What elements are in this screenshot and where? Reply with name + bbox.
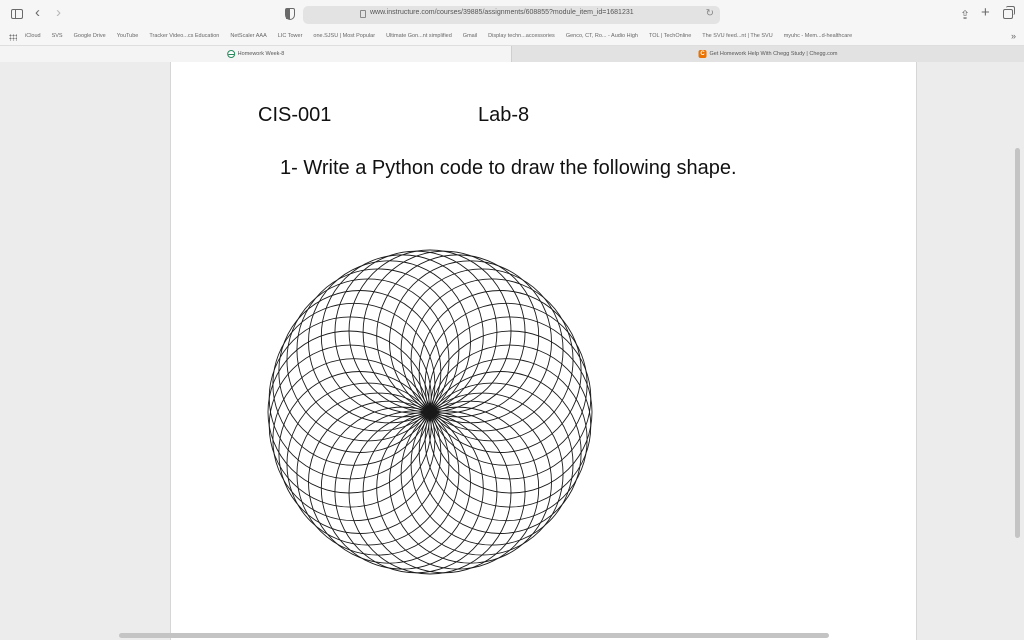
apps-grid-icon[interactable]	[9, 34, 17, 41]
course-code: CIS-001	[258, 104, 332, 126]
back-arrow-icon[interactable]: ‹	[35, 5, 40, 21]
share-icon[interactable]: ⇪	[960, 7, 970, 23]
vertical-scrollbar[interactable]	[1015, 148, 1020, 538]
favorite-link[interactable]: YouTube	[117, 33, 139, 39]
favorite-link[interactable]: Google Drive	[74, 33, 106, 39]
favorite-link[interactable]: The SVU feed...nt | The SVU	[702, 33, 772, 39]
tab-chegg[interactable]: C Get Homework Help With Chegg Study | C…	[512, 46, 1024, 62]
favorite-link[interactable]: Genco, CT, Ro... - Audio High	[566, 33, 638, 39]
document-page: CIS-001 Lab-8 1- Write a Python code to …	[170, 62, 917, 640]
favorite-link[interactable]: one.SJSU | Most Popular	[313, 33, 375, 39]
favorite-link[interactable]: Display techn...accessories	[488, 33, 555, 39]
tab-homework[interactable]: Homework Week-8	[0, 46, 512, 62]
page-viewport: CIS-001 Lab-8 1- Write a Python code to …	[0, 62, 1024, 640]
forward-arrow-icon[interactable]: ›	[56, 5, 61, 21]
favorites-overflow-chevron-icon[interactable]: »	[1011, 31, 1016, 41]
tab-title: Homework Week-8	[237, 51, 285, 57]
favorite-link[interactable]: SVS	[52, 33, 63, 39]
favorites-list: iCloud SVS Google Drive YouTube Tracker …	[25, 33, 852, 39]
browser-toolbar: ‹ › www.instructure.com/courses/39885/as…	[0, 0, 1024, 30]
lab-title: Lab-8	[478, 104, 530, 126]
tab-overview-icon[interactable]	[1003, 6, 1015, 19]
tab-title: Get Homework Help With Chegg Study | Che…	[709, 51, 838, 57]
favorite-link[interactable]: myuhc - Mem...d-healthcare	[784, 33, 852, 39]
globe-icon	[226, 50, 235, 58]
tab-bar: Homework Week-8 C Get Homework Help With…	[0, 46, 1024, 62]
privacy-shield-icon[interactable]	[285, 8, 295, 20]
favorite-link[interactable]: NetScaler AAA	[230, 33, 266, 39]
favorite-link[interactable]: Gmail	[463, 33, 477, 39]
lock-icon	[360, 10, 366, 18]
favorite-link[interactable]: LIC Tower	[278, 33, 303, 39]
favorite-link[interactable]: Tracker Video...cs Education	[149, 33, 219, 39]
favorite-link[interactable]: Ultimate Gon...nt simplified	[386, 33, 452, 39]
new-tab-plus-icon[interactable]: +	[981, 5, 990, 21]
favorites-bar: iCloud SVS Google Drive YouTube Tracker …	[0, 30, 1024, 46]
horizontal-scrollbar[interactable]	[119, 633, 829, 638]
task-instruction: 1- Write a Python code to draw the follo…	[280, 157, 737, 179]
address-bar[interactable]: www.instructure.com/courses/39885/assign…	[303, 6, 720, 24]
chegg-logo-icon: C	[698, 50, 707, 58]
favorite-link[interactable]: TOL | TechOnline	[649, 33, 691, 39]
sidebar-toggle-icon[interactable]	[11, 9, 23, 19]
favorite-link[interactable]: iCloud	[25, 33, 41, 39]
url-text[interactable]: www.instructure.com/courses/39885/assign…	[370, 9, 634, 16]
spirograph-figure	[267, 249, 593, 575]
reload-icon[interactable]: ↻	[706, 8, 714, 19]
